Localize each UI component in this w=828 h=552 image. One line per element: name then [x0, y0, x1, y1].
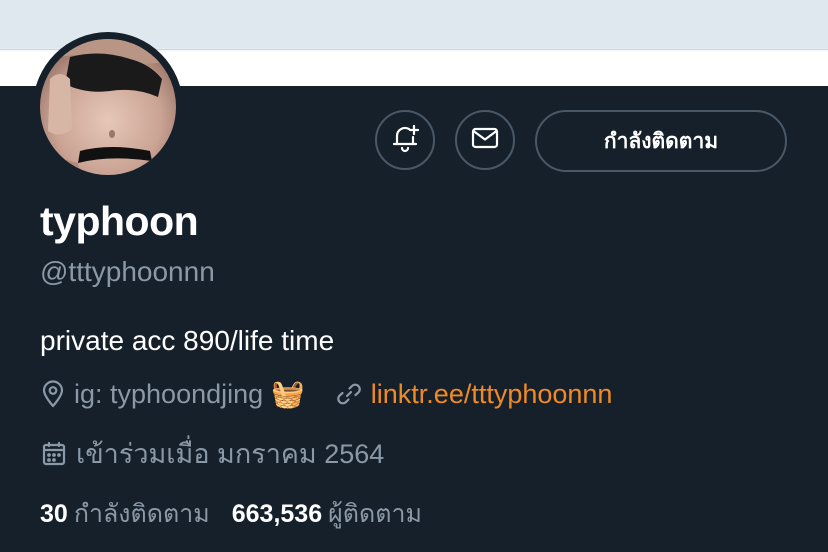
profile-link[interactable]: linktr.ee/tttyphoonnn	[371, 379, 613, 410]
location-pin-icon	[40, 380, 66, 408]
message-button[interactable]	[455, 110, 515, 170]
basket-emoji: 🧺	[271, 379, 305, 409]
followers-count: 663,536	[231, 499, 323, 528]
link-icon	[335, 380, 363, 408]
following-stat[interactable]: 30 กำลังติดตาม	[40, 494, 210, 534]
bell-plus-icon	[389, 122, 421, 159]
bio: private acc 890/life time	[40, 325, 335, 356]
display-name: typhoon	[40, 198, 199, 244]
avatar-image	[40, 39, 176, 175]
location-text: ig: typhoondjing	[74, 378, 264, 409]
followers-label: ผู้ติดตาม	[328, 500, 422, 528]
following-count: 30	[40, 499, 68, 528]
following-button-label: กำลังติดตาม	[603, 129, 719, 153]
follow-stats: 30 กำลังติดตาม 663,536 ผู้ติดตาม	[40, 494, 422, 534]
notify-button[interactable]	[375, 110, 435, 170]
profile-meta-row: ig: typhoondjing 🧺 linktr.ee/tttyphoonnn	[40, 378, 612, 410]
followers-stat[interactable]: 663,536 ผู้ติดตาม	[232, 494, 422, 534]
avatar[interactable]	[33, 32, 183, 182]
envelope-icon	[469, 122, 501, 159]
joined-date: เข้าร่วมเมื่อ มกราคม 2564	[76, 439, 385, 469]
handle: @tttyphoonnn	[40, 256, 215, 287]
joined-row: เข้าร่วมเมื่อ มกราคม 2564	[40, 432, 384, 475]
following-button[interactable]: กำลังติดตาม	[535, 110, 787, 172]
calendar-icon	[40, 440, 68, 468]
following-label: กำลังติดตาม	[73, 500, 210, 528]
profile-page: กำลังติดตาม typhoon @tttyphoonnn private…	[0, 0, 828, 552]
